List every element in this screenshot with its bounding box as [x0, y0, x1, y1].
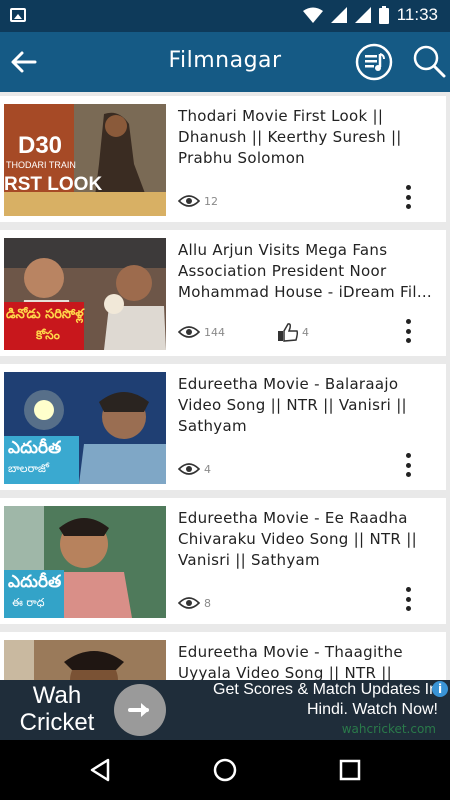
ad-headline: Get Scores & Match Updates In Hindi. Wat…: [213, 681, 438, 718]
view-count: 12: [204, 194, 218, 208]
more-options-button[interactable]: [398, 584, 418, 614]
wifi-icon: [302, 7, 323, 23]
thumbnail-caption: కోసం: [36, 328, 60, 342]
video-card[interactable]: Edureetha Movie - Thaagithe Uyyala Video…: [0, 632, 446, 680]
nav-home-icon[interactable]: [211, 756, 239, 784]
likes: 4: [277, 322, 309, 342]
thumbs-up-icon: [278, 323, 299, 342]
video-card[interactable]: ఎదురీత ఈ రాధ Edureetha Movie - Ee Raadha…: [0, 498, 446, 624]
system-icons: 11:33: [302, 5, 438, 25]
view-count: 4: [204, 462, 211, 476]
video-stats: 4: [178, 462, 211, 476]
thumbnail-caption: D30: [18, 132, 63, 159]
ad-brand: Wah Cricket: [19, 682, 95, 736]
video-thumbnail[interactable]: [4, 640, 166, 680]
more-options-button[interactable]: [398, 182, 418, 212]
ad-banner[interactable]: Wah Cricket Get Scores & Match Updates I…: [0, 680, 450, 740]
thumbnail-caption: ఈ రాధ: [12, 596, 45, 609]
thumbnail-caption: ఎదురీత: [8, 572, 62, 592]
nav-recents-icon[interactable]: [336, 756, 364, 784]
view-count: 8: [204, 596, 211, 610]
video-thumbnail[interactable]: D30 THODARI TRAIN RST LOOK: [4, 104, 166, 216]
status-bar: 11:33: [0, 0, 450, 32]
video-card[interactable]: D30 THODARI TRAIN RST LOOK Thodari Movie…: [0, 96, 446, 222]
video-thumbnail[interactable]: ఎదురీత బాలరాజో: [4, 372, 166, 484]
video-stats: 12: [178, 194, 218, 208]
thumbnail-caption: ఎదురీత: [8, 438, 62, 458]
view-count: 144: [204, 325, 225, 339]
video-title[interactable]: Edureetha Movie - Balaraajo Video Song |…: [178, 374, 444, 437]
video-title[interactable]: Edureetha Movie - Thaagithe Uyyala Video…: [178, 642, 444, 680]
thumbnail-caption: డినోడు సరిసోళ్ల: [6, 307, 84, 322]
video-title[interactable]: Thodari Movie First Look || Dhanush || K…: [178, 106, 444, 169]
video-list[interactable]: D30 THODARI TRAIN RST LOOK Thodari Movie…: [0, 92, 450, 680]
eye-icon: [178, 463, 200, 475]
navigation-bar: [0, 740, 450, 800]
nav-back-icon[interactable]: [86, 756, 114, 784]
eye-icon: [178, 195, 200, 207]
thumbnail-caption: THODARI TRAIN: [6, 160, 76, 170]
video-title[interactable]: Allu Arjun Visits Mega Fans Association …: [178, 240, 444, 303]
eye-icon: [178, 326, 200, 338]
video-card[interactable]: ఎదురీత బాలరాజో Edureetha Movie - Balaraa…: [0, 364, 446, 490]
ad-go-button[interactable]: [114, 684, 166, 736]
battery-icon: [378, 6, 389, 24]
more-options-button[interactable]: [398, 450, 418, 480]
playlist-icon[interactable]: [355, 43, 393, 81]
search-icon[interactable]: [412, 44, 446, 78]
arrow-right-icon: [128, 703, 149, 717]
like-count: 4: [302, 325, 309, 339]
image-notification-icon: [10, 8, 26, 22]
more-options-button[interactable]: [398, 316, 418, 346]
video-stats: 8: [178, 596, 211, 610]
eye-icon: [178, 597, 200, 609]
signal-icon: [330, 7, 347, 23]
clock: 11:33: [396, 5, 438, 24]
video-stats: 144 4: [178, 322, 309, 342]
ad-domain: wahcricket.com: [341, 722, 436, 736]
app-bar: Filmnagar: [0, 32, 450, 92]
signal-2-icon: [354, 7, 371, 23]
video-title[interactable]: Edureetha Movie - Ee Raadha Chivaraku Vi…: [178, 508, 444, 571]
video-card[interactable]: డినోడు సరిసోళ్ల కోసం Allu Arjun Visits M…: [0, 230, 446, 356]
thumbnail-caption: బాలరాజో: [8, 462, 50, 475]
thumbnail-caption: RST LOOK: [4, 174, 103, 195]
ad-info-icon[interactable]: i: [432, 681, 448, 697]
video-thumbnail[interactable]: డినోడు సరిసోళ్ల కోసం: [4, 238, 166, 350]
video-thumbnail[interactable]: ఎదురీత ఈ రాధ: [4, 506, 166, 618]
